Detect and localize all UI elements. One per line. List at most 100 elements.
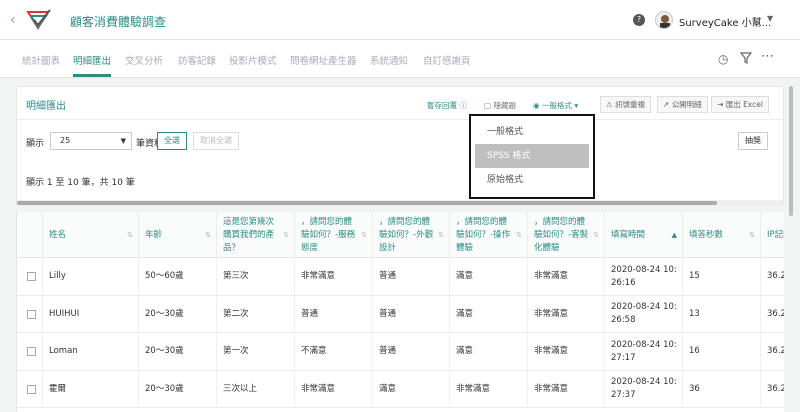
row-checkbox[interactable] (27, 347, 36, 356)
table-cell: 36.228. (761, 258, 784, 295)
row-checkbox-cell (17, 258, 43, 295)
table-cell: 非常滿意 (295, 370, 373, 408)
sort-asc-icon: ▲ (671, 230, 677, 239)
column-header[interactable]: 填寫時間 ▲ (605, 212, 683, 258)
table-cell: 普通 (373, 333, 450, 370)
table-cell: 普通 (373, 295, 450, 333)
hide-icon: ▢ (484, 101, 492, 110)
column-header[interactable]: ，請問您的體驗如何？-服務態度 ⇅ (295, 212, 373, 258)
share-button[interactable]: ↗ 公開明細 (657, 96, 708, 113)
table-cell: 非常滿意 (528, 258, 605, 295)
format-option-general[interactable]: 一般格式 (475, 120, 589, 144)
table-cell: 非常滿意 (528, 295, 605, 333)
column-header[interactable]: ，請問您的體驗如何？-操作體驗 ⇅ (450, 212, 528, 258)
avatar[interactable] (655, 11, 673, 29)
sort-icon: ⇅ (283, 230, 289, 239)
vertical-scrollbar[interactable] (788, 86, 794, 412)
horizontal-scrollbar[interactable] (17, 200, 783, 206)
table-cell: 第二次 (217, 295, 295, 333)
tab-slideshow[interactable]: 投影片模式 (229, 53, 277, 67)
chevron-down-icon[interactable]: ▼ (767, 14, 773, 23)
table-cell: 50～60歲 (139, 258, 217, 295)
row-checkbox-cell (17, 333, 43, 370)
tab-stats-charts[interactable]: 統計圖表 (22, 53, 60, 67)
divider (17, 119, 783, 120)
table-cell: 13 (683, 295, 761, 333)
tab-url-generator[interactable]: 問卷網址產生器 (290, 53, 357, 67)
table-cell: 15 (683, 258, 761, 295)
table-cell: 非常滿意 (528, 333, 605, 370)
more-icon[interactable]: ⋯ (761, 49, 774, 64)
table-cell: 霍爾 (43, 370, 139, 408)
table-cell: 非常滿意 (450, 370, 528, 408)
column-header[interactable]: 填答秒數 ⇅ (683, 212, 761, 258)
table-cell: 普通 (295, 295, 373, 333)
unselect-all-button[interactable]: 取消全選 (193, 132, 239, 150)
sort-icon: ⇅ (127, 230, 133, 239)
table-cell: 20～30歲 (139, 333, 217, 370)
format-option-spss[interactable]: SPSS 格式 (475, 144, 589, 168)
question-icon: ⓘ (459, 101, 467, 110)
table-cell: 2020-08-24 10:26:16 (605, 258, 683, 295)
clock-icon[interactable]: ◷ (718, 52, 728, 66)
report-button[interactable]: ⚠ 訊號重複 (600, 96, 652, 113)
table-row[interactable]: Loman 20～30歲 第一次 不滿意 普通 滿意 非常滿意 2020-08-… (17, 333, 784, 371)
detail-table: 姓名 ⇅ 年齡 ⇅ 這是您第幾次購買我們的產品？ ⇅ ，請問您的體驗如何？-服務態度 ⇅… (16, 212, 784, 412)
tab-thanks-page[interactable]: 自訂感謝頁 (423, 53, 471, 67)
show-label: 顯示 (26, 139, 45, 149)
row-checkbox[interactable] (27, 384, 36, 394)
tab-visitor-log[interactable]: 訪客記錄 (178, 53, 216, 67)
select-all-button[interactable]: 全選 (157, 132, 187, 150)
export-icon: ⇥ (717, 100, 724, 109)
table-cell: 20～30歲 (139, 370, 217, 408)
user-name[interactable]: SurveyCake 小幫... (679, 14, 771, 29)
sort-icon: ⇅ (361, 230, 367, 239)
hide-question-button[interactable]: ▢ 隱藏題 (484, 100, 516, 111)
row-checkbox[interactable] (27, 309, 36, 319)
row-checkbox-cell (17, 370, 43, 408)
table-cell: 36.228. (761, 296, 784, 333)
panel-title: 明細匯出 (26, 101, 66, 112)
table-row[interactable]: HUIHUI 20～30歲 第二次 普通 普通 滿意 非常滿意 2020-08-… (17, 295, 784, 333)
table-row[interactable]: Lilly 50～60歲 第三次 非常滿意 普通 滿意 非常滿意 2020-08… (17, 258, 784, 296)
sort-icon: ⇅ (516, 230, 522, 239)
format-option-raw[interactable]: 原始格式 (475, 168, 589, 192)
table-cell: 非常滿意 (295, 258, 373, 295)
tab-detail-export[interactable]: 明細匯出 (73, 53, 111, 67)
column-header[interactable]: ，請問您的體驗如何？-外觀設計 ⇅ (373, 212, 450, 258)
export-panel: 明細匯出 暫存回覆 ⓘ ▢ 隱藏題 ◉ 一般格式 ▾ ⚠ 訊號重複 ↗ 公開明細… (16, 86, 784, 206)
save-filter-button[interactable]: 暫存回覆 ⓘ (427, 100, 467, 111)
lottery-button[interactable]: 抽獎 (738, 132, 768, 150)
column-header[interactable]: 這是您第幾次購買我們的產品？ ⇅ (217, 212, 295, 258)
sort-icon: ⇅ (438, 230, 444, 239)
table-cell: 第一次 (217, 333, 295, 370)
records-summary: 顯示 1 至 10 筆，共 10 筆 (26, 178, 135, 188)
table-cell: 滿意 (450, 258, 528, 295)
column-header[interactable]: ，請問您的體驗如何？-客製化體驗 ⇅ (528, 212, 605, 258)
export-excel-button[interactable]: ⇥ 匯出 Excel (711, 96, 769, 113)
eye-icon: ◉ (533, 101, 540, 110)
page-size-select[interactable]: 25 ▼ (50, 132, 132, 150)
back-chevron-icon[interactable]: ‹ (10, 12, 16, 28)
external-link-icon: ↗ (663, 100, 670, 109)
table-cell: HUIHUI (43, 295, 139, 333)
table-cell: Loman (43, 333, 139, 370)
column-header[interactable]: 年齡 ⇅ (139, 212, 217, 258)
row-checkbox-cell (17, 295, 43, 333)
sort-icon: ⇅ (749, 230, 755, 239)
table-cell: 普通 (373, 258, 450, 295)
column-header[interactable]: 姓名 ⇅ (43, 212, 139, 258)
table-cell: 36 (683, 370, 761, 408)
tab-system-notice[interactable]: 系統通知 (370, 53, 408, 67)
table-cell: 2020-08-24 10:26:58 (605, 295, 683, 333)
table-cell: 第三次 (217, 258, 295, 295)
table-cell: 2020-08-24 10:27:17 (605, 333, 683, 370)
filter-icon[interactable] (739, 52, 753, 67)
row-checkbox[interactable] (27, 272, 36, 281)
help-icon[interactable]: ? (633, 14, 645, 26)
format-select-button[interactable]: ◉ 一般格式 ▾ (533, 100, 578, 111)
column-header[interactable]: IP記錄 (761, 212, 784, 258)
tab-cross-analysis[interactable]: 交叉分析 (125, 53, 163, 67)
table-header: 姓名 ⇅ 年齡 ⇅ 這是您第幾次購買我們的產品？ ⇅ ，請問您的體驗如何？-服務態度 ⇅… (17, 212, 784, 258)
table-row[interactable]: 霍爾 20～30歲 三次以上 非常滿意 滿意 非常滿意 非常滿意 2020-08… (17, 370, 784, 408)
